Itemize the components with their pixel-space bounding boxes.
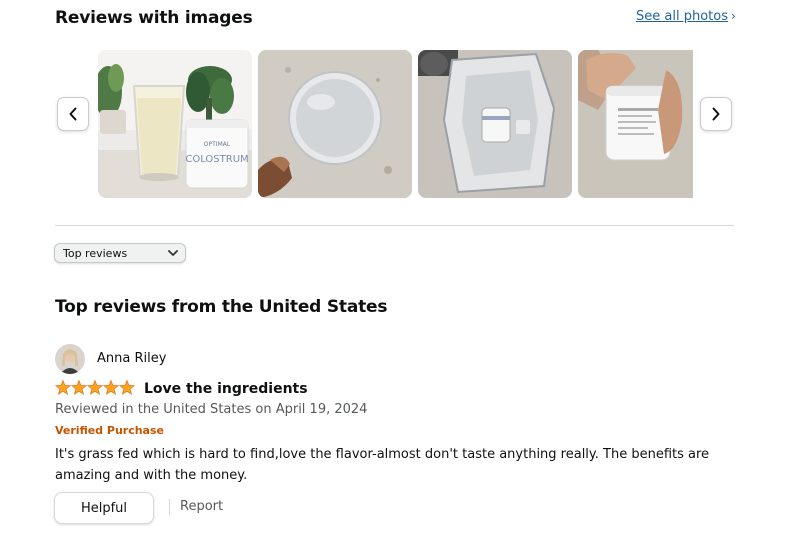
star-icon <box>54 379 72 395</box>
chevron-right-icon: › <box>730 9 736 23</box>
star-icon <box>118 379 136 395</box>
carousel-previous-button[interactable] <box>57 97 89 131</box>
action-separator <box>169 499 170 515</box>
star-rating[interactable] <box>54 379 136 400</box>
report-link[interactable]: Report <box>180 499 223 514</box>
review-title[interactable]: Love the ingredients <box>144 381 308 397</box>
reviews-with-images-heading: Reviews with images <box>55 8 253 28</box>
sort-reviews-dropdown[interactable]: Top reviews <box>54 243 186 263</box>
reviewer-name[interactable]: Anna Riley <box>97 351 166 366</box>
sort-selected-value[interactable]: Top reviews <box>63 247 127 260</box>
star-icon <box>86 379 104 395</box>
chevron-left-icon <box>69 107 77 121</box>
review-body: It's grass fed which is hard to find,lov… <box>55 447 710 483</box>
star-icon <box>102 379 120 395</box>
jar-label-brand: OPTIMAL <box>204 141 231 148</box>
review-date: Reviewed in the United States on April 1… <box>55 402 368 417</box>
chevron-right-icon <box>712 107 720 121</box>
star-icon <box>70 379 88 395</box>
carousel-next-button[interactable] <box>700 97 732 131</box>
jar-label-product: COLOSTRUM <box>185 154 248 165</box>
helpful-button[interactable]: Helpful <box>54 492 154 524</box>
section-divider <box>55 225 734 226</box>
see-all-photos-label[interactable]: See all photos <box>636 9 728 24</box>
chevron-down-icon <box>168 250 178 256</box>
verified-purchase-badge: Verified Purchase <box>55 424 164 437</box>
review-image-thumbnail[interactable] <box>418 50 572 198</box>
see-all-photos-link[interactable]: See all photos › <box>636 9 736 24</box>
review-image-thumbnail[interactable] <box>578 50 693 198</box>
avatar <box>55 344 85 374</box>
top-reviews-heading: Top reviews from the United States <box>55 297 388 317</box>
review-image-thumbnail[interactable] <box>258 50 412 198</box>
review-image-thumbnail[interactable]: OPTIMAL COLOSTRUM <box>98 50 252 198</box>
